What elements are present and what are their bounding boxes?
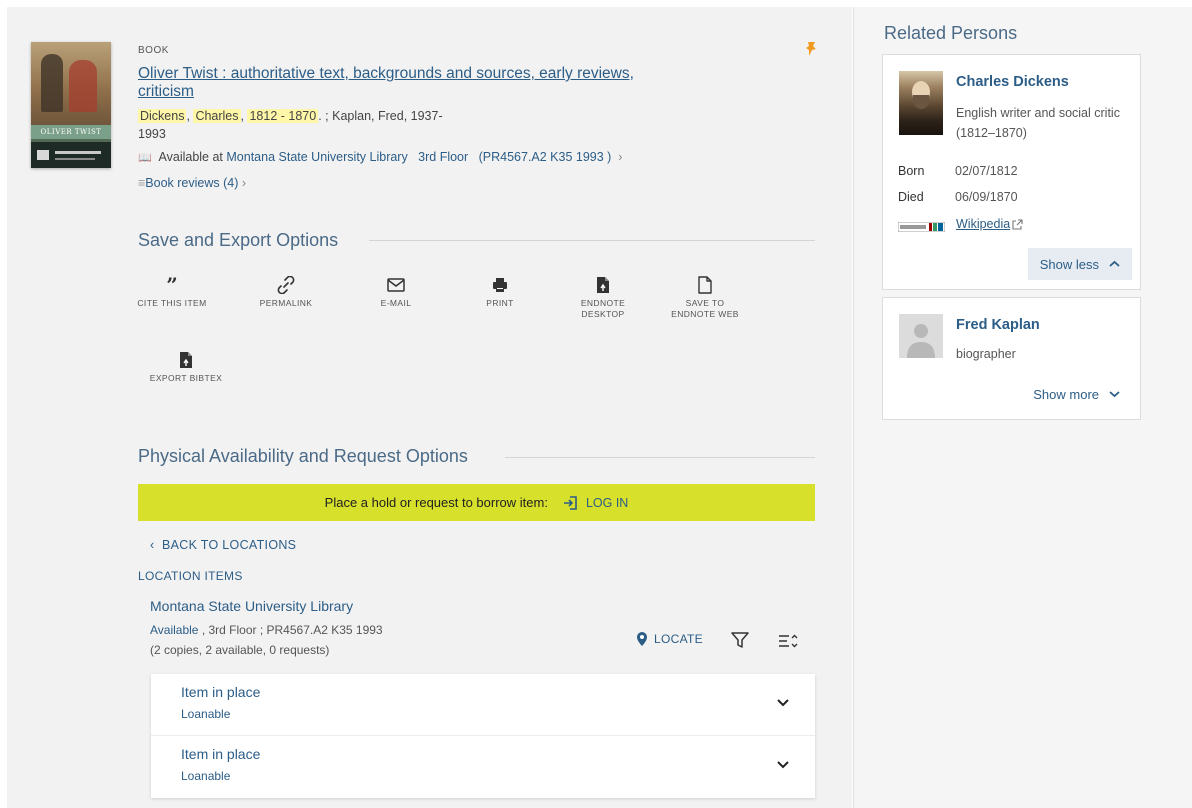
person-description: biographer <box>956 347 1016 361</box>
physical-availability-heading: Physical Availability and Request Option… <box>138 446 468 466</box>
list-item[interactable]: Item in place Loanable <box>151 736 815 798</box>
book-cover-image[interactable]: OLIVER TWIST <box>31 42 111 168</box>
cover-title: OLIVER TWIST <box>31 125 111 139</box>
endnote-desktop-button[interactable]: ENDNOTE DESKTOP <box>563 275 643 320</box>
wikipedia-link[interactable]: Wikipedia <box>956 217 1023 231</box>
library-name: Montana State University Library <box>150 598 354 614</box>
copies-summary: (2 copies, 2 available, 0 requests) <box>150 643 330 657</box>
save-export-heading: Save and Export Options <box>138 230 339 250</box>
coauthor[interactable]: Kaplan, Fred, 1937- <box>332 109 443 123</box>
show-less-button[interactable]: Show less <box>1027 248 1132 280</box>
cite-this-item-button[interactable]: ” CITE THIS ITEM <box>132 275 212 309</box>
login-button[interactable]: LOG IN <box>562 495 628 511</box>
location-status: Available , 3rd Floor ; PR4567.A2 K35 19… <box>150 623 383 637</box>
related-persons-sidebar: Related Persons Charles Dickens English … <box>853 7 1192 808</box>
person-card: Charles Dickens English writer and socia… <box>882 54 1141 290</box>
location-items-list: Item in place Loanable Item in place Loa… <box>151 674 815 798</box>
chevron-up-icon <box>1109 260 1120 267</box>
born-date: 02/07/1812 <box>955 164 1018 178</box>
quote-icon: ” <box>166 273 178 297</box>
person-name[interactable]: Fred Kaplan <box>956 317 1040 333</box>
location-items-label: LOCATION ITEMS <box>138 569 243 583</box>
portrait-image <box>899 71 943 135</box>
locate-button[interactable]: LOCATE <box>636 632 703 646</box>
author-last[interactable]: Dickens <box>138 109 187 123</box>
record-authors: Dickens, Charles, 1812 - 1870. ; Kaplan,… <box>138 109 443 141</box>
sign-in-icon <box>563 495 577 510</box>
print-button[interactable]: PRINT <box>460 275 540 309</box>
died-date: 06/09/1870 <box>955 190 1018 204</box>
chevron-right-icon: › <box>614 150 623 164</box>
link-icon <box>246 275 326 295</box>
pin-icon[interactable] <box>804 41 818 57</box>
chevron-down-icon <box>1109 391 1120 398</box>
record-type: BOOK <box>138 45 169 56</box>
related-persons-heading: Related Persons <box>884 23 1018 43</box>
chevron-left-icon: ‹ <box>150 538 163 552</box>
main-content: OLIVER TWIST BOOK Oliver Twist : authori… <box>7 7 852 808</box>
export-bibtex-button[interactable]: EXPORT BIBTEX <box>146 350 226 384</box>
print-icon <box>460 275 540 295</box>
book-reviews-link[interactable]: ≡Book reviews (4) › <box>138 176 246 190</box>
back-to-locations-link[interactable]: ‹ BACK TO LOCATIONS <box>150 538 296 552</box>
author-first[interactable]: Charles <box>193 109 241 123</box>
availability-line[interactable]: 📖 Available at Montana State University … <box>138 150 622 164</box>
external-link-icon <box>1012 218 1023 230</box>
library-link[interactable]: Montana State University Library <box>226 150 407 164</box>
map-marker-icon <box>637 632 647 646</box>
endnote-icon <box>563 275 643 295</box>
chevron-right-icon: › <box>238 176 247 190</box>
person-name[interactable]: Charles Dickens <box>956 74 1069 90</box>
book-availability-icon: 📖 <box>138 152 152 164</box>
coauthor-year: 1993 <box>138 127 166 141</box>
permalink-button[interactable]: PERMALINK <box>246 275 326 309</box>
person-description: English writer and social critic (1812–1… <box>956 106 1120 140</box>
bibtex-icon <box>146 350 226 370</box>
file-icon <box>665 275 745 295</box>
hold-request-text: Place a hold or request to borrow item: <box>324 495 548 510</box>
chevron-down-icon[interactable] <box>776 698 790 708</box>
save-to-endnote-web-button[interactable]: SAVE TO ENDNOTE WEB <box>665 275 745 320</box>
chevron-down-icon[interactable] <box>776 760 790 770</box>
list-item[interactable]: Item in place Loanable <box>151 674 815 736</box>
filter-icon[interactable] <box>731 631 749 649</box>
email-icon <box>356 275 436 295</box>
avatar-placeholder-icon <box>899 314 943 358</box>
record-title-link[interactable]: Oliver Twist : authoritative text, backg… <box>138 65 658 101</box>
show-more-button[interactable]: Show more <box>1021 378 1132 410</box>
email-button[interactable]: E-MAIL <box>356 275 436 309</box>
callnumber-link[interactable]: (PR4567.A2 K35 1993 ) <box>479 150 612 164</box>
sort-icon[interactable] <box>778 633 798 649</box>
person-card: Fred Kaplan biographer Show more <box>882 297 1141 420</box>
location-link[interactable]: 3rd Floor <box>418 150 468 164</box>
wikidata-icon <box>898 222 945 232</box>
author-dates[interactable]: 1812 - 1870 <box>247 109 319 123</box>
hold-request-bar: Place a hold or request to borrow item: … <box>138 484 815 521</box>
